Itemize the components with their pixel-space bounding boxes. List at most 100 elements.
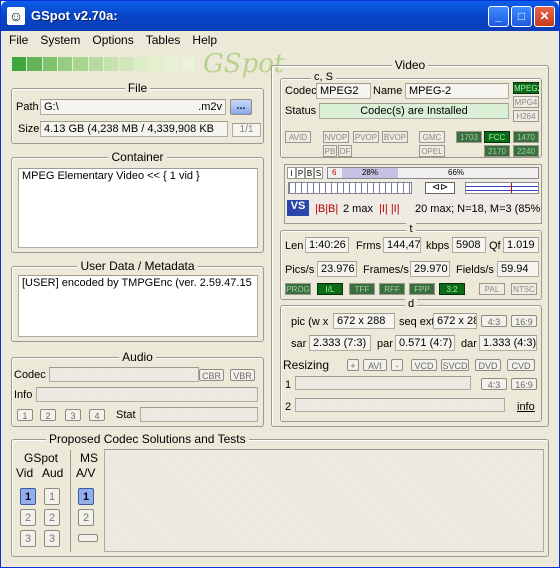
resize-vcd-button[interactable]: VCD bbox=[411, 359, 437, 371]
frame-b: B bbox=[305, 167, 314, 179]
container-field: MPEG Elementary Video << { 1 vid } bbox=[18, 168, 258, 248]
len-label: Len bbox=[285, 240, 304, 252]
dar-label: dar bbox=[461, 338, 477, 350]
av-label: A/V bbox=[76, 466, 96, 480]
flag-avid: AVID bbox=[285, 131, 311, 143]
aud-solution-2[interactable]: 2 bbox=[44, 509, 60, 526]
fields-label: Fields/s bbox=[456, 264, 494, 276]
window-title: GSpot v2.70a: bbox=[31, 8, 118, 23]
vid-solution-3[interactable]: 3 bbox=[20, 530, 36, 547]
ar-43-button[interactable]: 4:3 bbox=[481, 315, 507, 327]
gop-length: 20 max; N=18, M=3 (85% bbox=[415, 203, 541, 215]
par-field: 0.571 (4:7) bbox=[395, 335, 455, 351]
resize-dvd-button[interactable]: DVD bbox=[475, 359, 501, 371]
menu-tables[interactable]: Tables bbox=[138, 31, 185, 47]
menu-options[interactable]: Options bbox=[84, 31, 137, 47]
resize-minus-button[interactable]: - bbox=[391, 359, 403, 371]
flag-df: DF bbox=[338, 145, 352, 157]
audio-stream-2[interactable]: 2 bbox=[40, 409, 56, 421]
minimize-button[interactable]: _ bbox=[488, 6, 509, 27]
resize-avi-button[interactable]: AVI bbox=[363, 359, 387, 371]
frames-field: 29.970 bbox=[410, 261, 450, 277]
par-label: par bbox=[377, 338, 393, 350]
ar-43-button-2[interactable]: 4:3 bbox=[481, 378, 507, 390]
container-value: MPEG Elementary Video << { 1 vid } bbox=[22, 170, 200, 182]
ms-solution-2[interactable]: 2 bbox=[78, 509, 94, 526]
frame-p: P bbox=[296, 167, 305, 179]
frame-i: I bbox=[287, 167, 296, 179]
resize-cvd-button[interactable]: CVD bbox=[507, 359, 535, 371]
len-field: 1:40:26 bbox=[305, 237, 349, 253]
path-field[interactable]: G:\ .m2v bbox=[40, 99, 226, 115]
led-tff: TFF bbox=[349, 283, 375, 295]
led-prog: PROG bbox=[285, 283, 311, 295]
led-ntsc: NTSC bbox=[511, 283, 537, 295]
menu-system[interactable]: System bbox=[32, 31, 84, 47]
title-bar: ☺ GSpot v2.70a: _ □ ✕ bbox=[1, 1, 559, 31]
resize-row2-label: 2 bbox=[285, 401, 292, 413]
strip-segment bbox=[57, 57, 73, 71]
flag-nvop: NVOP bbox=[323, 131, 349, 143]
userdata-group-title: User Data / Metadata bbox=[77, 259, 198, 273]
flag-1470: 1470 bbox=[513, 131, 539, 143]
strip-segment bbox=[103, 57, 119, 71]
frms-label: Frms bbox=[356, 240, 382, 252]
audio-stat-field bbox=[140, 407, 258, 422]
gspot-icon: ☺ bbox=[7, 7, 25, 25]
ms-solution-extra[interactable] bbox=[78, 534, 98, 542]
menu-help[interactable]: Help bbox=[184, 31, 221, 47]
audio-codec-label: Codec bbox=[14, 369, 46, 381]
container-group-title: Container bbox=[108, 150, 167, 164]
audio-group: Audio Codec CBR VBR Info 1 2 3 4 Stat bbox=[11, 350, 264, 427]
ms-solution-1[interactable]: 1 bbox=[78, 488, 94, 505]
resize-plus-button[interactable]: + bbox=[347, 359, 359, 371]
file-group: File Path G:\ .m2v ... Size 4.13 GB (4,2… bbox=[11, 81, 264, 144]
audio-stream-1[interactable]: 1 bbox=[17, 409, 33, 421]
menu-file[interactable]: File bbox=[1, 31, 32, 47]
kbps-field: 5908 bbox=[452, 237, 486, 253]
resize-row2-field bbox=[295, 398, 505, 412]
led-rff: RFF bbox=[379, 283, 405, 295]
path-label: Path bbox=[16, 101, 39, 113]
video-codec-field: MPEG2 bbox=[316, 83, 371, 99]
info-link[interactable]: info bbox=[517, 401, 535, 413]
flag-pvop: PVOP bbox=[353, 131, 379, 143]
gop-icon: |I| |I| bbox=[379, 203, 400, 215]
progress-strip bbox=[12, 57, 196, 71]
dar-field: 1.333 (4:3) bbox=[479, 335, 537, 351]
resize-row1-field bbox=[295, 376, 471, 390]
codec-subgroup: c, S Codec MPEG2 Name MPEG-2 Status Code… bbox=[280, 71, 542, 158]
ar-169-button[interactable]: 16:9 bbox=[511, 315, 537, 327]
vbr-button[interactable]: VBR bbox=[230, 369, 255, 381]
flag-2240: 2240 bbox=[513, 145, 539, 157]
menu-bar: File System Options Tables Help bbox=[1, 31, 559, 49]
bframe-max: 2 max bbox=[343, 203, 373, 215]
vid-solution-1[interactable]: 1 bbox=[20, 488, 36, 505]
maximize-button[interactable]: □ bbox=[511, 6, 532, 27]
gop-structure-bar bbox=[288, 182, 412, 194]
seq-label: seq ext bbox=[399, 316, 435, 328]
led-mpg4: MPG4 bbox=[513, 96, 539, 108]
bframe-icon: |B|B| bbox=[315, 203, 339, 215]
vid-solution-2[interactable]: 2 bbox=[20, 509, 36, 526]
audio-stream-3[interactable]: 3 bbox=[65, 409, 81, 421]
flag-fcc: FCC bbox=[484, 131, 510, 143]
strip-segment bbox=[134, 57, 149, 71]
frame-type-indicator: ⊲⊳ bbox=[425, 182, 455, 194]
cbr-button[interactable]: CBR bbox=[199, 369, 224, 381]
led-fpp: FPP bbox=[409, 283, 435, 295]
audio-codec-field bbox=[49, 367, 199, 382]
video-group: Video c, S Codec MPEG2 Name MPEG-2 Statu… bbox=[271, 58, 549, 427]
browse-button[interactable]: ... bbox=[230, 99, 252, 115]
strip-segment bbox=[27, 57, 42, 71]
audio-stream-4[interactable]: 4 bbox=[89, 409, 105, 421]
close-button[interactable]: ✕ bbox=[534, 6, 555, 27]
ar-169-button-2[interactable]: 16:9 bbox=[511, 378, 537, 390]
resize-svcd-button[interactable]: SVCD bbox=[441, 359, 469, 371]
aud-solution-3[interactable]: 3 bbox=[44, 530, 60, 547]
aud-solution-1[interactable]: 1 bbox=[44, 488, 60, 505]
sar-field: 2.333 (7:3) bbox=[309, 335, 371, 351]
frame-ratio-bar: 6 28% 66% bbox=[327, 167, 539, 179]
strip-segment bbox=[88, 57, 103, 71]
userdata-field: [USER] encoded by TMPGEnc (ver. 2.59.47.… bbox=[18, 275, 258, 337]
